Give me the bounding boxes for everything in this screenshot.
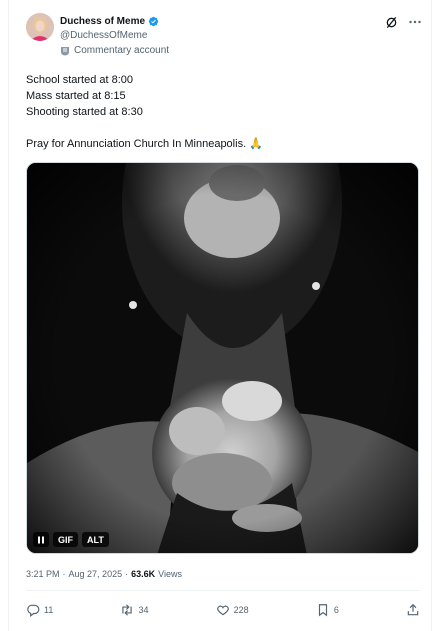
like-count: 228 <box>233 605 249 615</box>
post-line-blank <box>26 120 416 136</box>
like-icon <box>216 605 229 616</box>
reply-count: 11 <box>44 605 54 615</box>
share-icon <box>407 603 419 616</box>
media-gif[interactable]: GIF ALT <box>26 162 419 554</box>
repost-icon <box>122 604 133 616</box>
bookmark-icon <box>318 604 327 617</box>
alt-button[interactable]: ALT <box>82 532 109 547</box>
divider <box>26 590 420 591</box>
pause-button[interactable] <box>33 532 49 547</box>
top-actions <box>385 15 422 29</box>
repost-count: 34 <box>138 605 149 615</box>
pause-icon <box>38 536 44 543</box>
handle[interactable]: @DuchessOfMeme <box>60 30 169 41</box>
post-time[interactable]: 3:21 PM <box>26 569 60 579</box>
views-label: Views <box>158 569 182 579</box>
post-date[interactable]: Aug 27, 2025 <box>69 569 123 579</box>
post-meta: 3:21 PM · Aug 27, 2025 · 63.6K Views <box>26 569 182 579</box>
author-names: Duchess of Meme @DuchessOfMeme Commentar… <box>60 14 169 57</box>
post-text: School started at 8:00 Mass started at 8… <box>26 72 416 152</box>
more-icon[interactable] <box>408 15 422 29</box>
affiliation: Commentary account <box>60 45 169 56</box>
reply-icon <box>27 604 40 617</box>
gif-frame-image <box>27 163 418 553</box>
bookmark-count: 6 <box>333 605 339 615</box>
meta-separator: · <box>125 569 129 579</box>
like-button[interactable]: 228 <box>216 603 249 617</box>
meta-separator: · <box>62 569 66 579</box>
post-line: Shooting started at 8:30 <box>26 106 143 118</box>
post-line: Mass started at 8:15 <box>26 90 126 102</box>
commentary-badge-icon <box>61 46 69 55</box>
share-button[interactable] <box>406 603 420 617</box>
verified-icon <box>148 16 159 26</box>
media-controls: GIF ALT <box>33 532 109 547</box>
avatar[interactable] <box>26 13 54 41</box>
bookmark-button[interactable]: 6 <box>316 603 339 617</box>
grok-icon[interactable] <box>385 16 398 29</box>
affiliation-label: Commentary account <box>74 45 170 56</box>
reply-button[interactable]: 11 <box>26 603 53 617</box>
action-bar: 11 34 228 6 <box>26 600 420 620</box>
views-count: 63.6K <box>131 569 156 579</box>
gif-badge: GIF <box>53 532 78 547</box>
post-header: Duchess of Meme @DuchessOfMeme Commentar… <box>26 12 428 62</box>
repost-button[interactable]: 34 <box>120 603 149 617</box>
display-name[interactable]: Duchess of Meme <box>60 16 145 27</box>
post-line: Pray for Annunciation Church In Minneapo… <box>26 138 263 150</box>
post-line: School started at 8:00 <box>26 74 134 86</box>
